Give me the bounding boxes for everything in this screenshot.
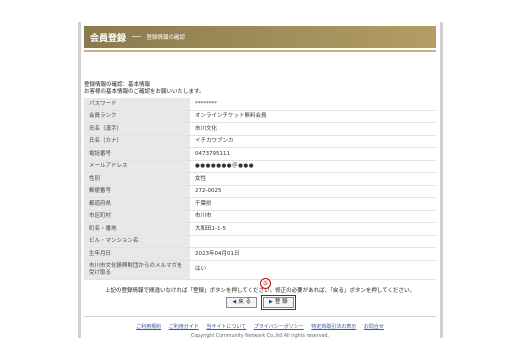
row-label: 町名・番地 (84, 222, 190, 236)
row-label: 市区町村 (84, 210, 190, 223)
action-buttons: ◀ 戻 る ▶ 登 録 (84, 294, 436, 310)
row-label: パスワード (84, 98, 190, 111)
banner-underline (84, 50, 436, 52)
arrow-right-icon: ▶ (269, 298, 273, 305)
row-value: 女性 (190, 172, 436, 186)
row-value: 大和田1-1-5 (190, 222, 436, 236)
row-label: メールアドレス (84, 160, 190, 173)
registration-info-table: パスワード ******** 会員ランク オンラインチケット無料会員 氏名（漢字… (84, 98, 436, 280)
step-marker: ⑤ (260, 277, 271, 289)
table-row: パスワード ******** (84, 98, 436, 111)
table-row: 生年月日 2023年04月01日 (84, 247, 436, 261)
intro-heading: 登録情報の確認：基本情報 (84, 82, 151, 88)
row-value: イチカワブンカ (190, 135, 436, 148)
row-label: ビル・マンション名 (84, 235, 190, 248)
confirmation-notice: 上記の登録情報で間違いなければ「登録」ボタンを押してください。修正の必要があれば… (84, 277, 436, 294)
footer-divider (84, 315, 436, 317)
row-label: 都道府県 (84, 197, 190, 211)
row-value: 市川市 (190, 210, 436, 223)
table-row: 氏名（カナ） イチカワブンカ (84, 135, 436, 148)
table-row: ビル・マンション名 (84, 235, 436, 248)
footer-link-terms[interactable]: ご利用規約 (136, 324, 161, 330)
register-button[interactable]: ▶ 登 録 (261, 294, 296, 310)
table-row: 町名・番地 大和田1-1-5 (84, 222, 436, 236)
row-label: 市川市文化振興財団からのメルマガを受け取る (84, 260, 190, 280)
row-value: はい (190, 260, 436, 280)
row-label: 氏名（カナ） (84, 135, 190, 148)
page-banner: 会員登録 ── 登録情報の確認 (84, 26, 436, 48)
row-label: 氏名（漢字） (84, 122, 190, 136)
table-row: 市区町村 市川市 (84, 210, 436, 223)
back-button[interactable]: ◀ 戻 る (226, 296, 257, 308)
row-value: オンラインチケット無料会員 (190, 110, 436, 123)
copyright: Copyright Community Network Co.,ltd All … (190, 333, 330, 339)
table-row: 市川市文化振興財団からのメルマガを受け取る はい (84, 260, 436, 280)
row-value (190, 235, 436, 248)
table-row: 都道府県 千葉県 (84, 197, 436, 211)
row-value: 千葉県 (190, 197, 436, 211)
intro-description: お客様の基本情報のご確認をお願いいたします。 (84, 89, 205, 95)
table-row: 会員ランク オンラインチケット無料会員 (84, 110, 436, 123)
row-label: 生年月日 (84, 247, 190, 261)
back-button-label: 戻 る (238, 298, 251, 305)
table-row: メールアドレス ●●●●●●●＠●●● (84, 160, 436, 173)
footer-link-guide[interactable]: ご利用ガイド (169, 324, 199, 330)
intro-text: 登録情報の確認：基本情報 お客様の基本情報のご確認をお願いいたします。 (84, 82, 436, 96)
email-value-masked: ●●●●●●●＠●●● (190, 160, 436, 173)
row-value: 2023年04月01日 (190, 247, 436, 261)
table-row: 性別 女性 (84, 172, 436, 186)
page-title: 会員登録 (90, 33, 127, 44)
table-row: 氏名（漢字） 市川文化 (84, 122, 436, 136)
table-row: 郵便番号 272-0025 (84, 185, 436, 198)
row-value: 市川文化 (190, 122, 436, 136)
register-button-label: 登 録 (274, 298, 288, 305)
notice-text: 上記の登録情報で間違いなければ「登録」ボタンを押してください。修正の必要があれば… (104, 287, 416, 294)
footer-link-privacy[interactable]: プライバシーポリシー (254, 324, 304, 330)
page-subtitle: 登録情報の確認 (146, 35, 185, 41)
footer-links: ご利用規約 ご利用ガイド 当サイトについて プライバシーポリシー 特定商取引法の… (84, 323, 436, 330)
row-label: 郵便番号 (84, 185, 190, 198)
row-label: 会員ランク (84, 110, 190, 123)
footer-link-about[interactable]: 当サイトについて (206, 324, 246, 330)
left-border (78, 22, 81, 338)
row-value: 272-0025 (190, 185, 436, 198)
table-row: 電話番号 0473795111 (84, 147, 436, 161)
row-value: 0473795111 (190, 147, 436, 161)
footer-link-commerce[interactable]: 特定商取引法の表示 (311, 324, 356, 330)
arrow-left-icon: ◀ (232, 298, 237, 305)
row-label: 電話番号 (84, 147, 190, 161)
row-value: ******** (190, 98, 436, 111)
footer-link-contact[interactable]: お問合せ (364, 324, 384, 330)
page-frame: 会員登録 ── 登録情報の確認 登録情報の確認：基本情報 お客様の基本情報のご確… (0, 0, 520, 360)
right-border (440, 22, 443, 338)
title-separator: ── (132, 33, 141, 41)
main-content: 会員登録 ── 登録情報の確認 登録情報の確認：基本情報 お客様の基本情報のご確… (84, 26, 436, 339)
row-label: 性別 (84, 172, 190, 186)
